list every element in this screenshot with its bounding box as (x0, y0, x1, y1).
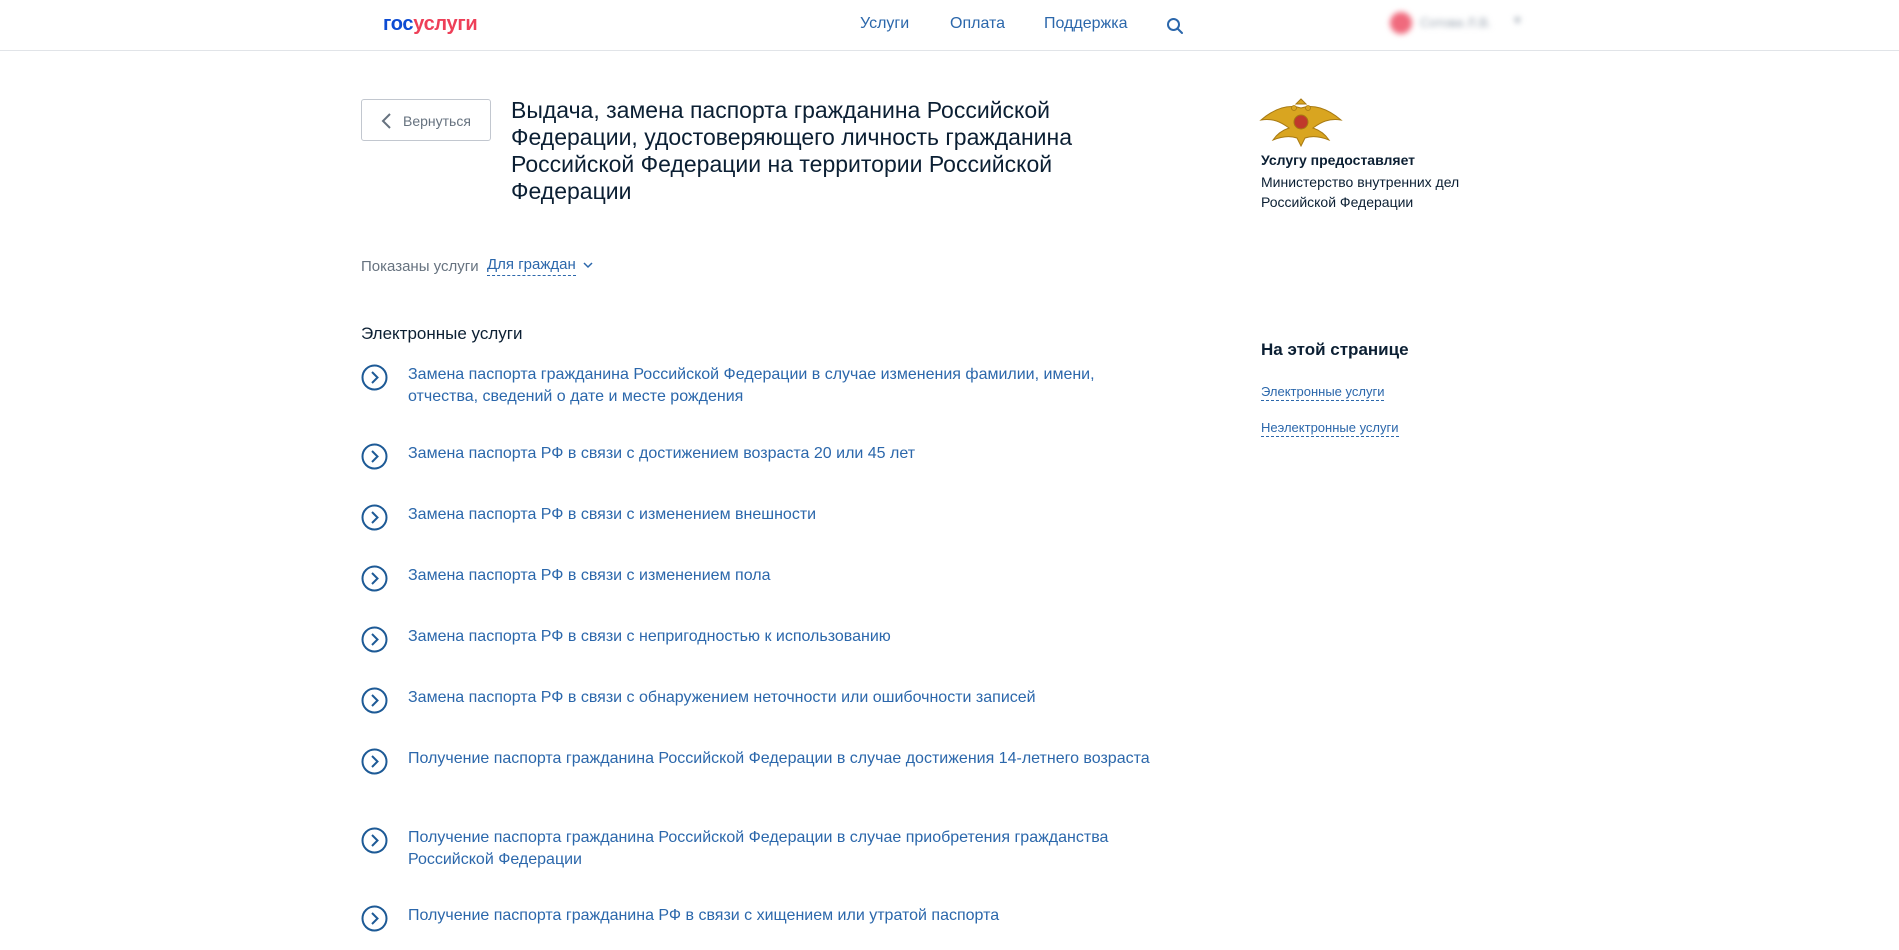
gosuslugi-logo[interactable]: госуслуги (383, 13, 478, 36)
arrow-circle-icon (361, 748, 388, 775)
service-link-label[interactable]: Замена паспорта РФ в связи с изменением … (408, 504, 1168, 526)
toc-link-non-electronic[interactable]: Неэлектронные услуги (1261, 420, 1399, 437)
chevron-down-icon[interactable] (582, 259, 594, 271)
toc-link-electronic[interactable]: Электронные услуги (1261, 384, 1385, 401)
filter-label: Показаны услуги (361, 258, 479, 275)
provider-name: Министерство внутренних дел Российской Ф… (1261, 174, 1460, 210)
service-link-label[interactable]: Замена паспорта гражданина Российской Фе… (408, 364, 1168, 408)
back-button[interactable]: Вернуться (361, 99, 491, 141)
service-link-label[interactable]: Замена паспорта РФ в связи с обнаружение… (408, 687, 1168, 709)
arrow-circle-icon (361, 443, 388, 470)
service-link-label[interactable]: Замена паспорта РФ в связи с достижением… (408, 443, 1168, 465)
logo-part-uslugi: услуги (413, 13, 478, 35)
provider-label: Услугу предоставляет (1261, 152, 1416, 168)
toc-title: На этой странице (1261, 340, 1409, 359)
double-headed-eagle-emblem-icon (1259, 98, 1343, 148)
back-button-label: Вернуться (403, 113, 471, 129)
arrow-circle-icon (361, 626, 388, 653)
arrow-circle-icon (361, 827, 388, 854)
service-link-label[interactable]: Замена паспорта РФ в связи с непригоднос… (408, 626, 1168, 648)
user-name: Сотова Л.В. (1420, 15, 1492, 30)
arrow-circle-icon (361, 565, 388, 592)
chevron-left-icon (381, 113, 391, 129)
service-link-label[interactable]: Получение паспорта гражданина Российской… (408, 827, 1168, 871)
nav-services[interactable]: Услуги (860, 15, 909, 33)
chevron-down-icon: ▼ (1512, 15, 1523, 27)
arrow-circle-icon (361, 905, 388, 932)
service-link-label[interactable]: Получение паспорта гражданина Российской… (408, 748, 1168, 770)
arrow-circle-icon (361, 364, 388, 391)
nav-payment[interactable]: Оплата (950, 15, 1005, 33)
service-link-label[interactable]: Получение паспорта гражданина РФ в связи… (408, 905, 1168, 927)
page-title: Выдача, замена паспорта гражданина Росси… (511, 97, 1073, 204)
audience-filter-dropdown[interactable]: Для граждан (487, 256, 576, 276)
section-title-electronic: Электронные услуги (361, 324, 523, 343)
top-header: госуслуги Услуги Оплата Поддержка Сотова… (0, 0, 1899, 51)
arrow-circle-icon (361, 504, 388, 531)
service-link-label[interactable]: Замена паспорта РФ в связи с изменением … (408, 565, 1168, 587)
search-icon[interactable] (1166, 17, 1184, 35)
logo-part-gos: гос (383, 13, 414, 35)
arrow-circle-icon (361, 687, 388, 714)
nav-support[interactable]: Поддержка (1044, 15, 1127, 33)
avatar (1390, 12, 1412, 34)
